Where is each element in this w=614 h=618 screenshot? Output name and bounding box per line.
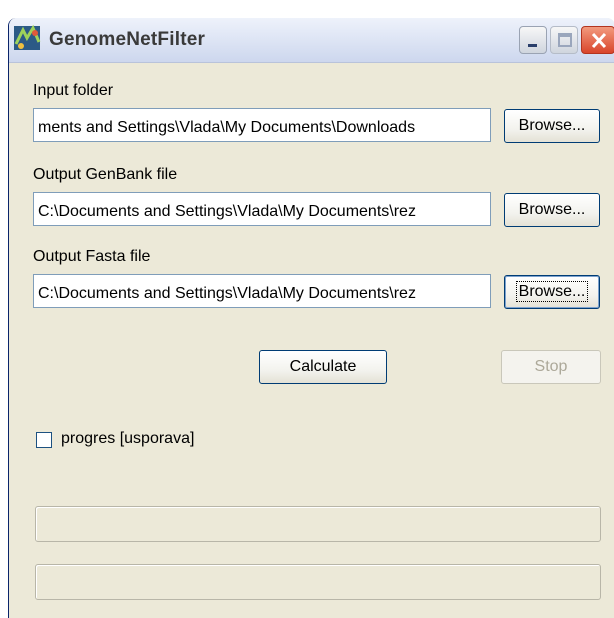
title-bar[interactable]: GenomeNetFilter xyxy=(9,18,614,63)
window-title: GenomeNetFilter xyxy=(49,29,206,50)
input-folder-label: Input folder xyxy=(33,82,114,99)
stop-button[interactable]: Stop xyxy=(501,350,601,384)
calculate-button[interactable]: Calculate xyxy=(259,350,387,384)
progress-checkbox[interactable] xyxy=(36,432,52,448)
minimize-button[interactable] xyxy=(519,26,547,54)
maximize-button[interactable] xyxy=(550,26,578,54)
browse-fasta-label: Browse... xyxy=(515,281,589,302)
browse-genbank-label: Browse... xyxy=(518,201,586,218)
browse-input-folder-label: Browse... xyxy=(518,117,586,134)
maximize-icon xyxy=(558,33,572,47)
output-fasta-field[interactable] xyxy=(33,274,491,308)
minimize-icon xyxy=(528,44,537,47)
progress-bar-1 xyxy=(35,506,601,542)
input-folder-field[interactable] xyxy=(33,108,491,142)
browse-fasta-button[interactable]: Browse... xyxy=(504,275,600,309)
close-icon xyxy=(591,32,607,49)
browse-input-folder-button[interactable]: Browse... xyxy=(504,109,600,143)
progress-bar-2 xyxy=(35,564,601,600)
genome-app-icon xyxy=(13,24,43,52)
output-fasta-label: Output Fasta file xyxy=(33,248,151,265)
output-genbank-field[interactable] xyxy=(33,192,491,226)
app-window: GenomeNetFilter Input folder Browse... O… xyxy=(8,18,614,618)
output-genbank-label: Output GenBank file xyxy=(33,166,178,183)
progress-checkbox-label: progres [usporava] xyxy=(61,430,195,447)
close-button[interactable] xyxy=(581,26,614,54)
browse-genbank-button[interactable]: Browse... xyxy=(504,193,600,227)
